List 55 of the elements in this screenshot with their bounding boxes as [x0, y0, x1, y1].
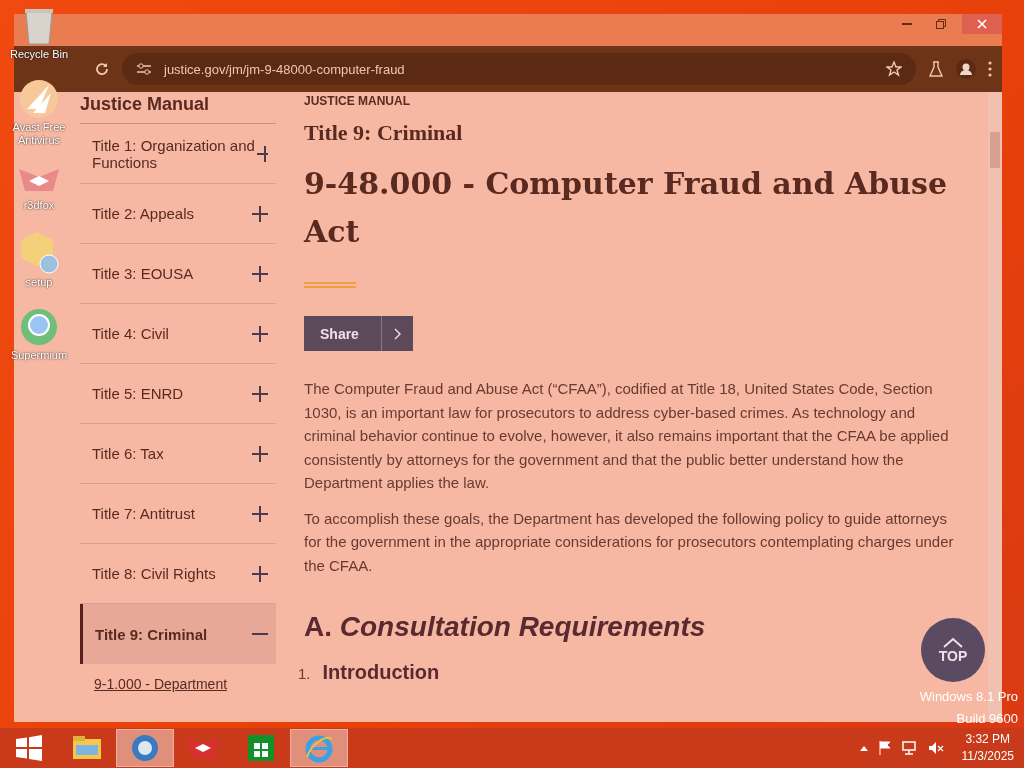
- folder-icon[interactable]: [72, 735, 102, 761]
- clock-date[interactable]: 11/3/2025: [961, 748, 1014, 765]
- flag-icon[interactable]: [877, 741, 892, 755]
- windows-logo-icon: [16, 735, 42, 761]
- globe-icon[interactable]: [130, 733, 160, 763]
- swoosh-logo-icon: [19, 79, 59, 119]
- plus-icon: [256, 145, 268, 162]
- sidebar-subitem[interactable]: 9-1.000 - Department: [80, 664, 276, 692]
- sidebar-item[interactable]: Title 3: EOUSA: [80, 244, 276, 304]
- plus-icon: [252, 385, 268, 402]
- plus-icon: [252, 325, 268, 342]
- body-paragraph: The Computer Fraud and Abuse Act (“CFAA”), codified at Title 18, United States Code, Section 1030, is an important law for prosecutors to address cyber-based crimes. As technology and criminal behavior continue to evolve, however, it also remains important that the CFAA be applied consistently by attorneys for the government and that the public better understand how the Department applies the law.: [304, 379, 950, 493]
- sidebar-item[interactable]: Title 6: Tax: [80, 424, 276, 484]
- body-paragraph: To accomplish these goals, the Department has developed the following policy to guide attorneys for the government in the appropriate considerations for prosecutors contemplating charges under the CFAA.: [304, 508, 955, 576]
- plus-icon: [252, 205, 268, 222]
- chevron-icon: [393, 327, 401, 340]
- sidebar-item[interactable]: Title 5: ENRD: [80, 364, 276, 424]
- restore-icon: [936, 19, 946, 29]
- menu-icon[interactable]: [988, 61, 992, 77]
- sidebar-heading: Justice Manual: [80, 92, 276, 124]
- page-title: 9-48.000 - Computer Fraud and Abuse Act: [304, 165, 949, 251]
- page-subtitle: Title 9: Criminal: [304, 120, 464, 146]
- plus-icon: [252, 505, 268, 522]
- minimize-icon: [902, 23, 912, 25]
- clock-time[interactable]: 3:32 PM: [961, 731, 1014, 748]
- flask-icon[interactable]: [928, 61, 944, 77]
- sidebar-item[interactable]: Title 4: Civil: [80, 304, 276, 364]
- sidebar-item[interactable]: Title 1: Organization and Functions: [80, 124, 276, 184]
- list-number: 1.: [298, 665, 311, 682]
- address-bar[interactable]: justice.gov/jm/jm-9-48000-computer-fraud: [122, 53, 916, 85]
- sidebar-item[interactable]: Title 2: Appeals: [80, 184, 276, 244]
- chevron-up-icon: [943, 636, 963, 648]
- reload-icon[interactable]: [94, 61, 110, 77]
- sidebar-item[interactable]: Title 9: Criminal: [80, 604, 276, 664]
- plus-icon: [252, 445, 268, 462]
- minus-icon: [252, 633, 268, 635]
- speaker-muted-icon[interactable]: [927, 741, 944, 755]
- breadcrumb-text: JUSTICE MANUAL: [304, 94, 411, 108]
- star-icon[interactable]: [886, 61, 902, 77]
- profile-icon[interactable]: [956, 59, 976, 79]
- url-text: justice.gov/jm/jm-9-48000-computer-fraud: [164, 61, 406, 77]
- plus-icon: [252, 265, 268, 282]
- site-settings-icon[interactable]: [136, 62, 152, 76]
- taskbar-app-button[interactable]: [116, 729, 174, 767]
- plus-icon: [252, 565, 268, 582]
- close-icon: [977, 19, 987, 29]
- section-heading: A. Consultation Requirements: [304, 611, 707, 643]
- store-bag-icon[interactable]: [247, 734, 275, 762]
- sidebar-item[interactable]: Title 7: Antitrust: [80, 484, 276, 544]
- recycle-bin-icon: [22, 6, 56, 46]
- list-heading: Introduction: [322, 661, 440, 684]
- network-icon[interactable]: [901, 741, 918, 755]
- share-button[interactable]: Share: [304, 316, 413, 351]
- cube-logo-icon[interactable]: [186, 735, 220, 761]
- chevron-up-icon[interactable]: [859, 745, 868, 751]
